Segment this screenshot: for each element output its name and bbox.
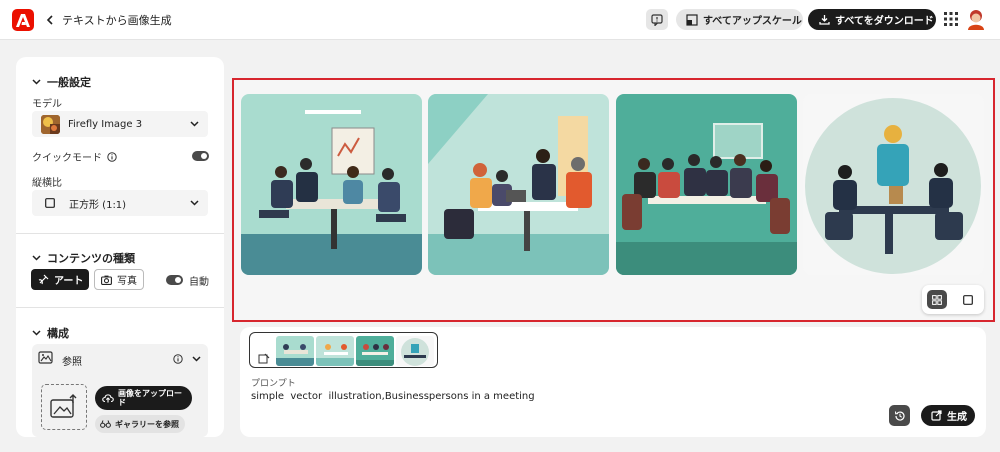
generated-image[interactable] [428,94,609,275]
model-select[interactable]: Firefly Image 3 [32,111,208,137]
art-button[interactable]: アート [31,269,89,290]
prompt-label: プロンプト [251,379,296,389]
upscale-all-button[interactable]: すべてアップスケール [676,9,803,30]
prompt-history-button[interactable] [889,405,910,426]
photo-button[interactable]: 写真 [94,269,144,290]
art-label: アート [54,276,84,287]
download-icon [819,15,830,25]
generated-images-area [232,78,995,322]
upload-image-button[interactable]: 画像をアップロード [95,386,192,410]
back-chevron-icon[interactable] [43,11,57,29]
breadcrumb[interactable]: テキストから画像生成 [62,12,172,28]
generated-image[interactable] [803,94,984,275]
aspect-ratio-label: 縦横比 [32,178,62,189]
square-icon [963,294,973,305]
quick-mode-toggle[interactable] [192,151,209,161]
camera-icon [101,275,112,285]
image-upload-icon [50,394,77,418]
history-strip[interactable] [249,332,438,368]
single-view-button[interactable] [958,290,978,309]
chevron-down-icon [190,121,199,127]
info-icon[interactable] [107,151,117,162]
history-thumbnail[interactable] [356,336,394,366]
download-all-label: すべてをダウンロード [835,16,934,27]
prompt-panel: プロンプト simple vector illustration,Busines… [240,327,986,437]
section-divider [16,233,224,234]
download-all-button[interactable]: すべてをダウンロード [808,9,936,30]
model-value: Firefly Image 3 [68,118,143,130]
generate-button[interactable]: 生成 [921,405,975,426]
square-icon [45,198,55,208]
avatar[interactable] [966,9,986,30]
generate-label: 生成 [947,412,967,423]
apps-grid-icon[interactable] [944,12,958,26]
generated-image[interactable] [616,94,797,275]
adobe-logo-icon[interactable] [12,9,34,31]
browse-gallery-button[interactable]: ギャラリーを参照 [95,415,185,433]
feedback-button[interactable] [646,9,668,30]
upscale-icon [686,13,698,26]
content-type-header[interactable]: コンテンツの種類 [32,250,135,266]
composition-header[interactable]: 構成 [32,325,69,341]
model-thumbnail [41,114,60,134]
chevron-down-icon [32,79,41,85]
binoculars-icon [100,420,111,428]
reference-header[interactable]: 参照 [32,344,208,374]
auto-label: 自動 [189,277,209,288]
prompt-input[interactable]: simple vector illustration,Businessperso… [251,391,535,402]
general-settings-title: 一般設定 [47,76,91,89]
reference-image-icon [38,351,53,364]
history-thumbnail[interactable] [276,336,314,366]
general-settings-header[interactable]: 一般設定 [32,74,91,90]
model-label: モデル [32,99,62,110]
upload-dropzone[interactable] [41,384,87,430]
photo-label: 写真 [117,276,137,287]
settings-panel: 一般設定 モデル Firefly Image 3 クイックモード 縦横比 正方形… [16,57,224,437]
generate-icon [931,410,942,421]
upscale-all-label: すべてアップスケール [703,16,802,27]
grid-view-button[interactable] [927,290,947,309]
content-type-title: コンテンツの種類 [47,252,135,265]
info-icon[interactable] [173,354,183,364]
history-icon [894,410,905,421]
generated-image[interactable] [241,94,422,275]
composition-title: 構成 [47,327,69,340]
chevron-down-icon [32,330,41,336]
aspect-ratio-value: 正方形 (1:1) [69,199,127,211]
history-thumbnail[interactable] [396,336,434,366]
top-bar: テキストから画像生成 すべてアップスケール すべてをダウンロード [0,0,1000,40]
edit-image-icon [258,353,270,364]
chevron-down-icon[interactable] [192,356,201,362]
quick-mode-row: クイックモード [32,149,117,164]
view-toggle [922,285,984,314]
quick-mode-label: クイックモード [32,153,102,164]
auto-toggle[interactable] [166,275,183,285]
grid-icon [932,294,942,305]
reference-card: 参照 画像をアップロード ギャラリーを参照 [32,344,208,437]
chat-icon [651,13,663,26]
section-divider [16,307,224,308]
chevron-down-icon [190,200,199,206]
upload-image-label: 画像をアップロード [118,389,182,407]
chevron-down-icon [32,255,41,261]
browse-gallery-label: ギャラリーを参照 [115,419,179,429]
history-thumbnail[interactable] [316,336,354,366]
cloud-upload-icon [102,394,114,403]
aspect-ratio-select[interactable]: 正方形 (1:1) [32,190,208,216]
reference-label: 参照 [62,357,82,368]
brush-icon [38,274,49,285]
